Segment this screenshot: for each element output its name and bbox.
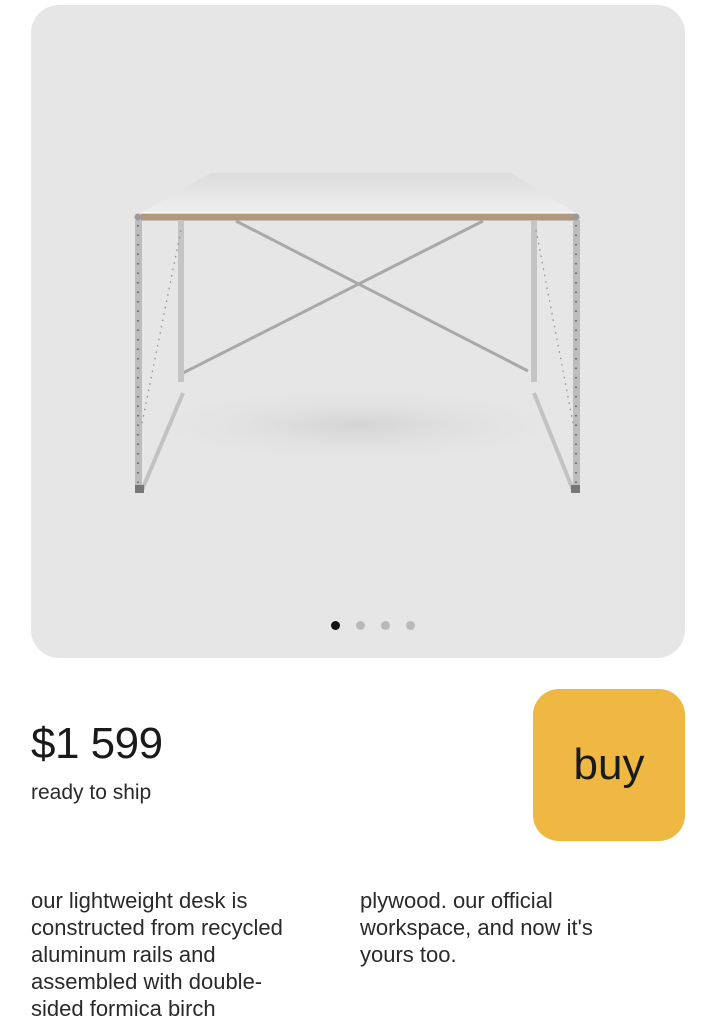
carousel-dot-1[interactable]	[331, 620, 340, 630]
description-line: plywood. our official	[360, 888, 553, 913]
carousel-pagination	[31, 618, 685, 632]
desk-product-image	[128, 173, 588, 493]
carousel-dot-2[interactable]	[356, 620, 365, 630]
carousel-dot-3[interactable]	[381, 620, 390, 630]
description-line: our lightweight desk is	[31, 888, 248, 913]
description-line: aluminum rails and	[31, 942, 216, 967]
description-line: workspace, and now it's	[360, 915, 593, 940]
description-column-1: our lightweight desk is constructed from…	[31, 887, 331, 1022]
carousel-dot-4[interactable]	[406, 620, 415, 630]
description-line: yours too.	[360, 942, 457, 967]
description-line: sided formica birch	[31, 996, 216, 1021]
description-column-2: plywood. our official workspace, and now…	[360, 887, 660, 968]
buy-button[interactable]: buy	[533, 689, 685, 841]
description-line: assembled with double-	[31, 969, 263, 994]
description-line: constructed from recycled	[31, 915, 283, 940]
product-price: $1 599	[31, 719, 163, 768]
product-image-gallery[interactable]	[31, 5, 685, 658]
availability-status: ready to ship	[31, 781, 152, 804]
